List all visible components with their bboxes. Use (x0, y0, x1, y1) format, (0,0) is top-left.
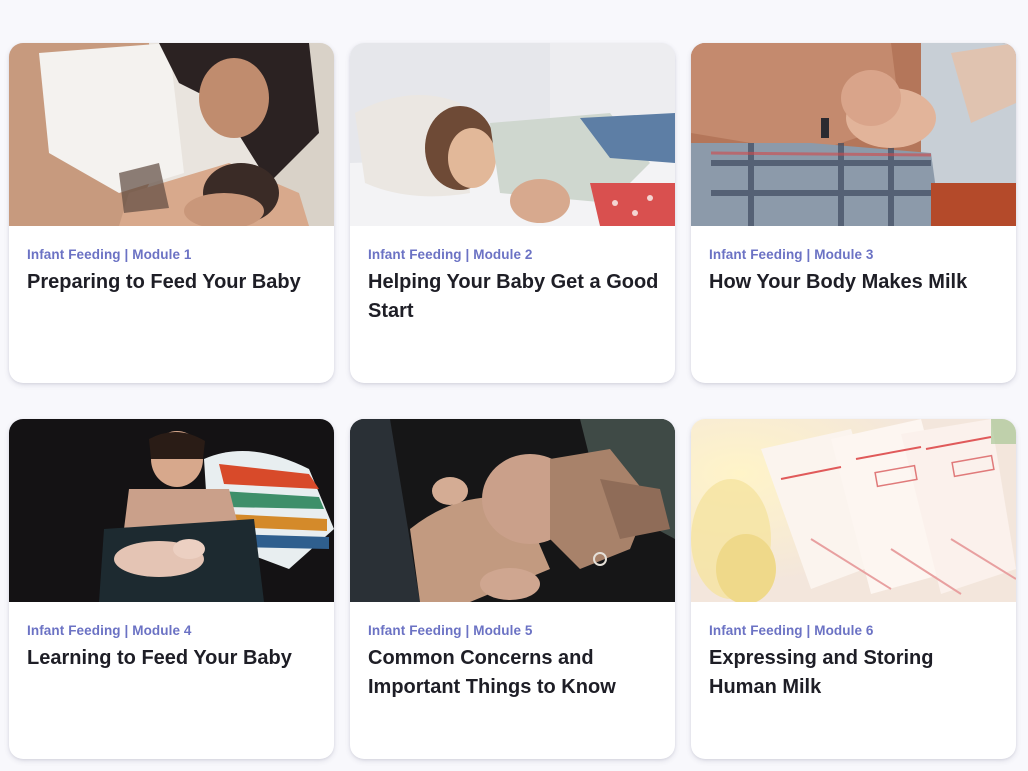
module-title[interactable]: Preparing to Feed Your Baby (27, 268, 320, 297)
module-title[interactable]: How Your Body Makes Milk (709, 268, 1002, 297)
module-category: Infant Feeding | Module 5 (368, 623, 533, 638)
photo-breastfeeding-mother-icon (9, 43, 334, 226)
module-card-grid: Infant Feeding | Module 1 Preparing to F… (0, 0, 1028, 771)
photo-side-lying-feeding-icon (350, 43, 675, 226)
module-title[interactable]: Common Concerns and Important Things to … (368, 644, 661, 702)
module-category: Infant Feeding | Module 4 (27, 623, 192, 638)
photo-newborn-on-chest-icon (691, 43, 1016, 226)
module-3-photo (691, 43, 1016, 226)
module-6-photo (691, 419, 1016, 602)
module-2-photo (350, 43, 675, 226)
module-card-3[interactable]: Infant Feeding | Module 3 How Your Body … (691, 43, 1016, 383)
module-card-6[interactable]: Infant Feeding | Module 6 Expressing and… (691, 419, 1016, 759)
module-card-4[interactable]: Infant Feeding | Module 4 Learning to Fe… (9, 419, 334, 759)
module-card-5[interactable]: Infant Feeding | Module 5 Common Concern… (350, 419, 675, 759)
module-title[interactable]: Learning to Feed Your Baby (27, 644, 320, 673)
module-card-2[interactable]: Infant Feeding | Module 2 Helping Your B… (350, 43, 675, 383)
module-title[interactable]: Helping Your Baby Get a Good Start (368, 268, 661, 326)
module-category: Infant Feeding | Module 1 (27, 247, 192, 262)
module-5-photo (350, 419, 675, 602)
photo-newborn-held-head-icon (350, 419, 675, 602)
module-category: Infant Feeding | Module 3 (709, 247, 874, 262)
module-card-1[interactable]: Infant Feeding | Module 1 Preparing to F… (9, 43, 334, 383)
module-1-photo (9, 43, 334, 226)
module-title[interactable]: Expressing and Storing Human Milk (709, 644, 1002, 702)
photo-mother-holding-baby-icon (9, 419, 334, 602)
module-4-photo (9, 419, 334, 602)
module-category: Infant Feeding | Module 6 (709, 623, 874, 638)
module-category: Infant Feeding | Module 2 (368, 247, 533, 262)
photo-milk-storage-bags-icon (691, 419, 1016, 602)
